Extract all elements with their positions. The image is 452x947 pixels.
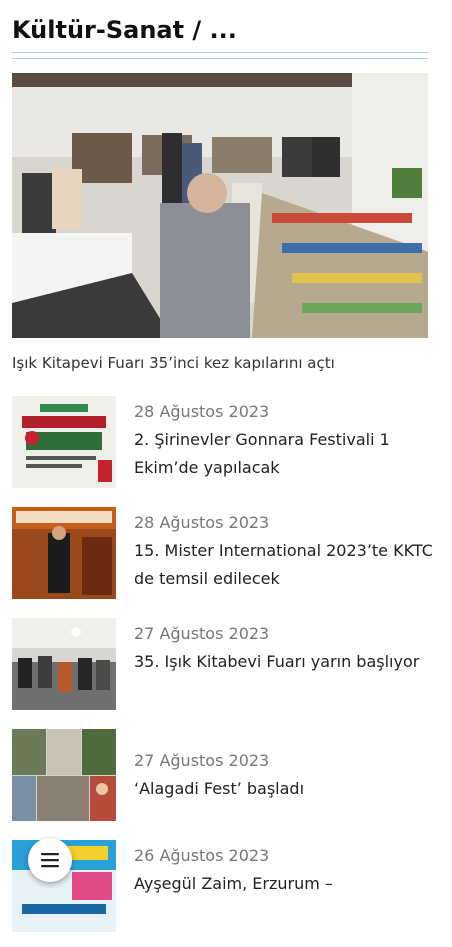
list-item[interactable]: 26 Ağustos 2023 Ayşegül Zaim, Erzurum – — [12, 836, 442, 947]
article-meta: 26 Ağustos 2023 Ayşegül Zaim, Erzurum – — [134, 842, 442, 898]
article-date: 28 Ağustos 2023 — [134, 513, 270, 532]
article-title[interactable]: 2. Şirinevler Gonnara Festivali 1 Ekim’d… — [134, 426, 442, 482]
list-item[interactable]: 28 Ağustos 2023 15. Mister International… — [12, 503, 442, 614]
menu-icon — [41, 853, 59, 868]
list-item[interactable]: 27 Ağustos 2023 ‘Alagadi Fest’ başladı — [12, 725, 442, 836]
festival-poster-thumbnail[interactable] — [12, 396, 116, 488]
article-date: 26 Ağustos 2023 — [134, 846, 270, 865]
page-title: Kültür-Sanat / ... — [12, 16, 237, 44]
article-list: 28 Ağustos 2023 2. Şirinevler Gonnara Fe… — [12, 392, 442, 947]
featured-title[interactable]: Işık Kitapevi Fuarı 35’inci kez kapıları… — [12, 352, 428, 374]
article-date: 27 Ağustos 2023 — [134, 624, 270, 643]
article-title[interactable]: 15. Mister International 2023’te KKTC de… — [134, 537, 442, 593]
article-meta: 28 Ağustos 2023 2. Şirinevler Gonnara Fe… — [134, 398, 442, 482]
page-header: Kültür-Sanat / ... — [12, 10, 440, 50]
collage-thumbnail[interactable] — [12, 729, 116, 821]
featured-image[interactable] — [12, 73, 428, 338]
article-date: 28 Ağustos 2023 — [134, 402, 270, 421]
menu-button[interactable] — [28, 838, 72, 882]
featured-article[interactable]: Işık Kitapevi Fuarı 35’inci kez kapıları… — [12, 73, 428, 374]
article-title[interactable]: ‘Alagadi Fest’ başladı — [134, 775, 442, 803]
title-divider — [12, 52, 428, 59]
article-meta: 27 Ağustos 2023 ‘Alagadi Fest’ başladı — [134, 731, 442, 803]
article-title[interactable]: Ayşegül Zaim, Erzurum – — [134, 870, 442, 898]
list-item[interactable]: 27 Ağustos 2023 35. Işık Kitabevi Fuarı … — [12, 614, 442, 725]
stage-photo-thumbnail[interactable] — [12, 507, 116, 599]
article-meta: 27 Ağustos 2023 35. Işık Kitabevi Fuarı … — [134, 620, 442, 676]
book-fair-thumbnail[interactable] — [12, 618, 116, 710]
list-item[interactable]: 28 Ağustos 2023 2. Şirinevler Gonnara Fe… — [12, 392, 442, 503]
article-date: 27 Ağustos 2023 — [134, 751, 270, 770]
article-meta: 28 Ağustos 2023 15. Mister International… — [134, 509, 442, 593]
article-title[interactable]: 35. Işık Kitabevi Fuarı yarın başlıyor — [134, 648, 442, 676]
